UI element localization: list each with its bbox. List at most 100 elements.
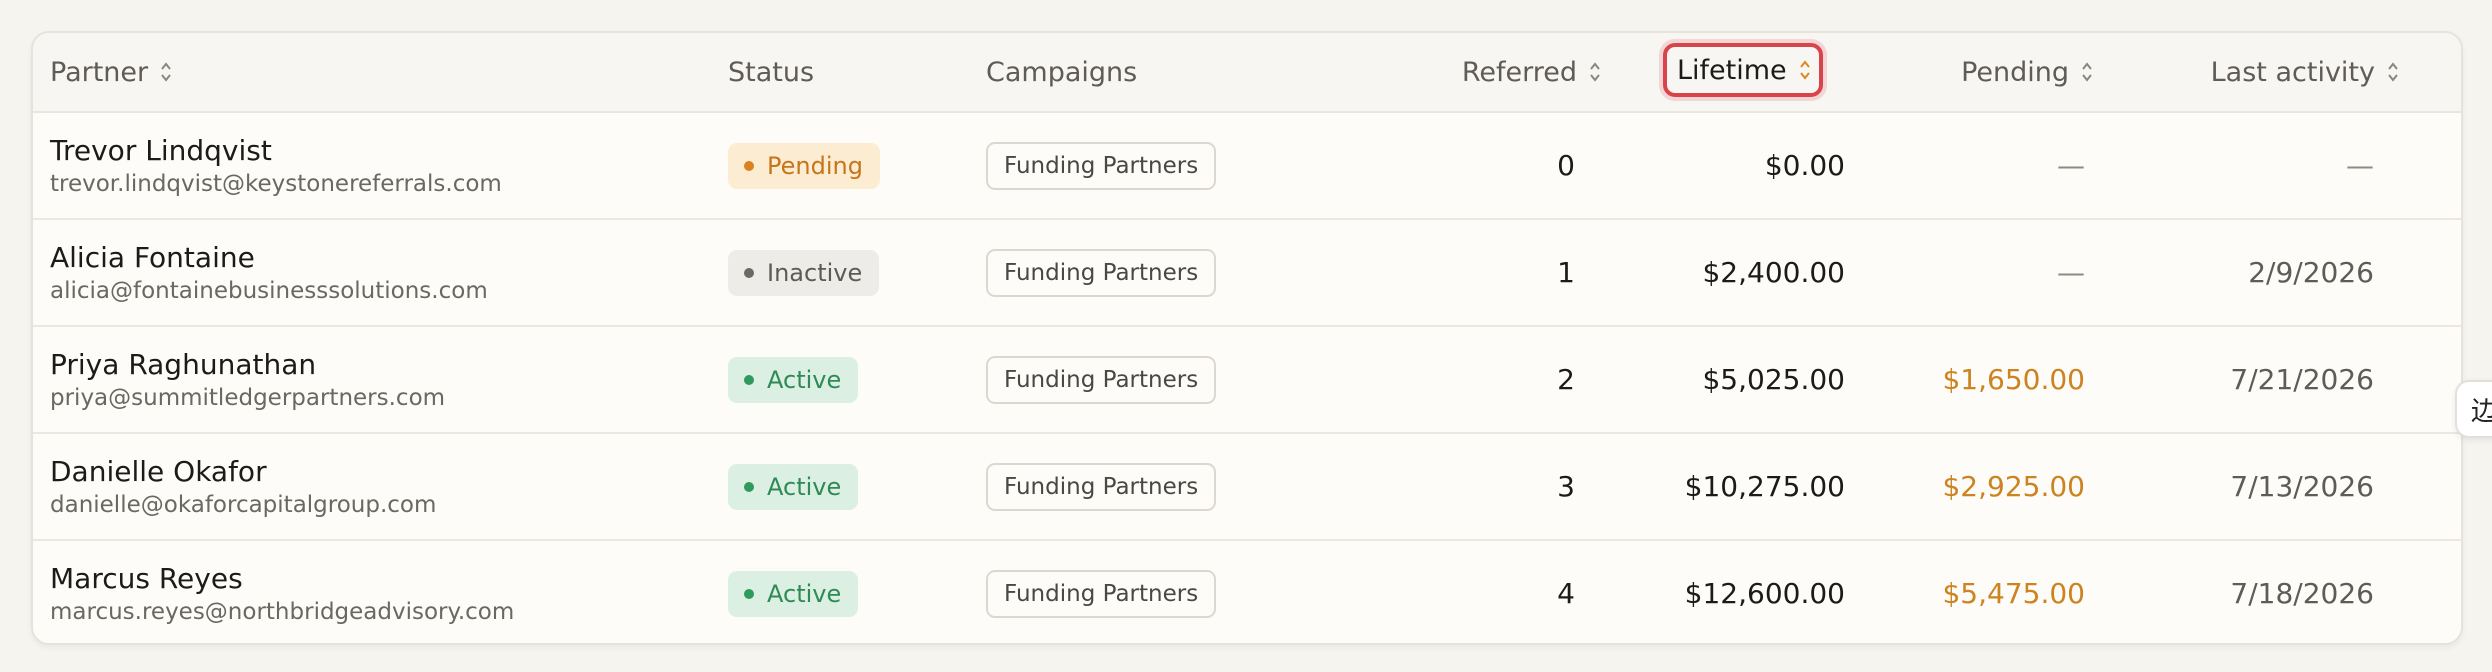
side-panel-toggle[interactable]: 边 (2455, 380, 2492, 438)
pending-value: $5,475.00 (1942, 577, 2085, 610)
column-header-status: Status (728, 33, 814, 111)
lifetime-value: $10,275.00 (1684, 470, 1845, 503)
status-badge: Pending (728, 142, 880, 189)
partner-cell: Danielle Okafor danielle@okaforcapitalgr… (50, 434, 436, 539)
partner-cell: Marcus Reyes marcus.reyes@northbridgeadv… (50, 541, 515, 643)
last-activity-value: 2/9/2026 (2248, 256, 2374, 289)
status-cell: Active (728, 541, 859, 643)
referred-value: 3 (1557, 470, 1575, 503)
table-row[interactable]: Danielle Okafor danielle@okaforcapitalgr… (33, 434, 2461, 541)
sort-icon (160, 61, 172, 83)
pending-value: — (2057, 256, 2085, 289)
column-header-label: Campaigns (986, 56, 1138, 88)
pending-cell: $1,650.00 (1833, 327, 2085, 432)
last-activity-cell: 7/18/2026 (2133, 541, 2374, 643)
lifetime-cell: $0.00 (1633, 113, 1845, 218)
referred-value: 0 (1557, 149, 1575, 182)
partner-email: marcus.reyes@northbridgeadvisory.com (50, 598, 515, 625)
referred-cell: 2 (1333, 327, 1575, 432)
column-header-label: Partner (50, 56, 149, 88)
sort-icon (1589, 61, 1601, 83)
pending-cell: — (1833, 220, 2085, 325)
status-label: Active (767, 365, 842, 394)
partner-email: danielle@okaforcapitalgroup.com (50, 491, 437, 518)
table-row[interactable]: Priya Raghunathan priya@summitledgerpart… (33, 327, 2461, 434)
status-dot-icon (744, 481, 754, 492)
table-header: Partner Status Campaigns Referred Lifeti… (33, 33, 2461, 113)
column-header-referred[interactable]: Referred (1333, 33, 1601, 111)
lifetime-cell: $5,025.00 (1633, 327, 1845, 432)
referred-value: 2 (1557, 363, 1575, 396)
last-activity-cell: 7/21/2026 (2133, 327, 2374, 432)
status-badge: Active (728, 356, 859, 403)
sort-icon (2081, 61, 2093, 83)
table-row[interactable]: Trevor Lindqvist trevor.lindqvist@keysto… (33, 113, 2461, 220)
partner-name: Marcus Reyes (50, 561, 243, 595)
last-activity-value: 7/21/2026 (2230, 363, 2374, 396)
partners-table: Partner Status Campaigns Referred Lifeti… (31, 31, 2463, 645)
pending-value: $2,925.00 (1942, 470, 2085, 503)
campaign-tag[interactable]: Funding Partners (986, 569, 1217, 618)
last-activity-value: — (2346, 149, 2374, 182)
column-header-label: Last activity (2210, 56, 2375, 88)
referred-cell: 1 (1333, 220, 1575, 325)
status-label: Active (767, 579, 842, 608)
campaign-tag[interactable]: Funding Partners (986, 355, 1217, 404)
pending-value: $1,650.00 (1942, 363, 2085, 396)
lifetime-cell: $2,400.00 (1633, 220, 1845, 325)
status-cell: Inactive (728, 220, 880, 325)
campaign-cell: Funding Partners (986, 113, 1217, 218)
partner-name: Trevor Lindqvist (50, 133, 272, 167)
column-header-label: Referred (1461, 56, 1577, 88)
campaign-tag[interactable]: Funding Partners (986, 462, 1217, 511)
column-header-campaigns: Campaigns (986, 33, 1137, 111)
column-header-label: Lifetime (1677, 54, 1787, 86)
partner-cell: Alicia Fontaine alicia@fontainebusinesss… (50, 220, 488, 325)
status-cell: Active (728, 434, 859, 539)
partner-name: Danielle Okafor (50, 454, 267, 488)
campaign-tag[interactable]: Funding Partners (986, 141, 1217, 190)
pending-cell: $5,475.00 (1833, 541, 2085, 643)
status-label: Inactive (767, 258, 863, 287)
column-header-pending[interactable]: Pending (1833, 33, 2093, 111)
table-row[interactable]: Marcus Reyes marcus.reyes@northbridgeadv… (33, 541, 2461, 643)
lifetime-value: $5,025.00 (1702, 363, 1845, 396)
last-activity-cell: 2/9/2026 (2133, 220, 2374, 325)
pending-cell: — (1833, 113, 2085, 218)
last-activity-value: 7/13/2026 (2230, 470, 2374, 503)
status-dot-icon (744, 160, 754, 171)
referred-cell: 3 (1333, 434, 1575, 539)
side-tab-glyph: 边 (2471, 391, 2492, 428)
campaign-cell: Funding Partners (986, 434, 1217, 539)
referred-cell: 4 (1333, 541, 1575, 643)
referred-cell: 0 (1333, 113, 1575, 218)
partner-name: Priya Raghunathan (50, 347, 317, 381)
campaign-cell: Funding Partners (986, 327, 1217, 432)
referred-value: 4 (1557, 577, 1575, 610)
pending-value: — (2057, 149, 2085, 182)
partner-cell: Trevor Lindqvist trevor.lindqvist@keysto… (50, 113, 502, 218)
column-header-last-activity[interactable]: Last activity (2133, 33, 2399, 111)
campaign-cell: Funding Partners (986, 541, 1217, 643)
referred-value: 1 (1557, 256, 1575, 289)
pending-cell: $2,925.00 (1833, 434, 2085, 539)
status-label: Active (767, 472, 842, 501)
column-header-partner[interactable]: Partner (50, 33, 172, 111)
campaign-cell: Funding Partners (986, 220, 1217, 325)
status-badge: Active (728, 570, 859, 617)
lifetime-value: $12,600.00 (1684, 577, 1845, 610)
partner-email: priya@summitledgerpartners.com (50, 384, 446, 411)
campaign-tag[interactable]: Funding Partners (986, 248, 1217, 297)
status-dot-icon (744, 267, 754, 278)
column-header-label: Pending (1961, 56, 2069, 88)
status-badge: Active (728, 463, 859, 510)
partner-email: alicia@fontainebusinesssolutions.com (50, 277, 488, 304)
last-activity-cell: — (2133, 113, 2374, 218)
sort-icon (2387, 61, 2399, 83)
lifetime-value: $2,400.00 (1702, 256, 1845, 289)
partner-email: trevor.lindqvist@keystonereferrals.com (50, 170, 502, 197)
partner-cell: Priya Raghunathan priya@summitledgerpart… (50, 327, 445, 432)
column-header-label: Status (728, 56, 815, 88)
column-header-lifetime[interactable]: Lifetime (1663, 43, 1823, 97)
table-row[interactable]: Alicia Fontaine alicia@fontainebusinesss… (33, 220, 2461, 327)
